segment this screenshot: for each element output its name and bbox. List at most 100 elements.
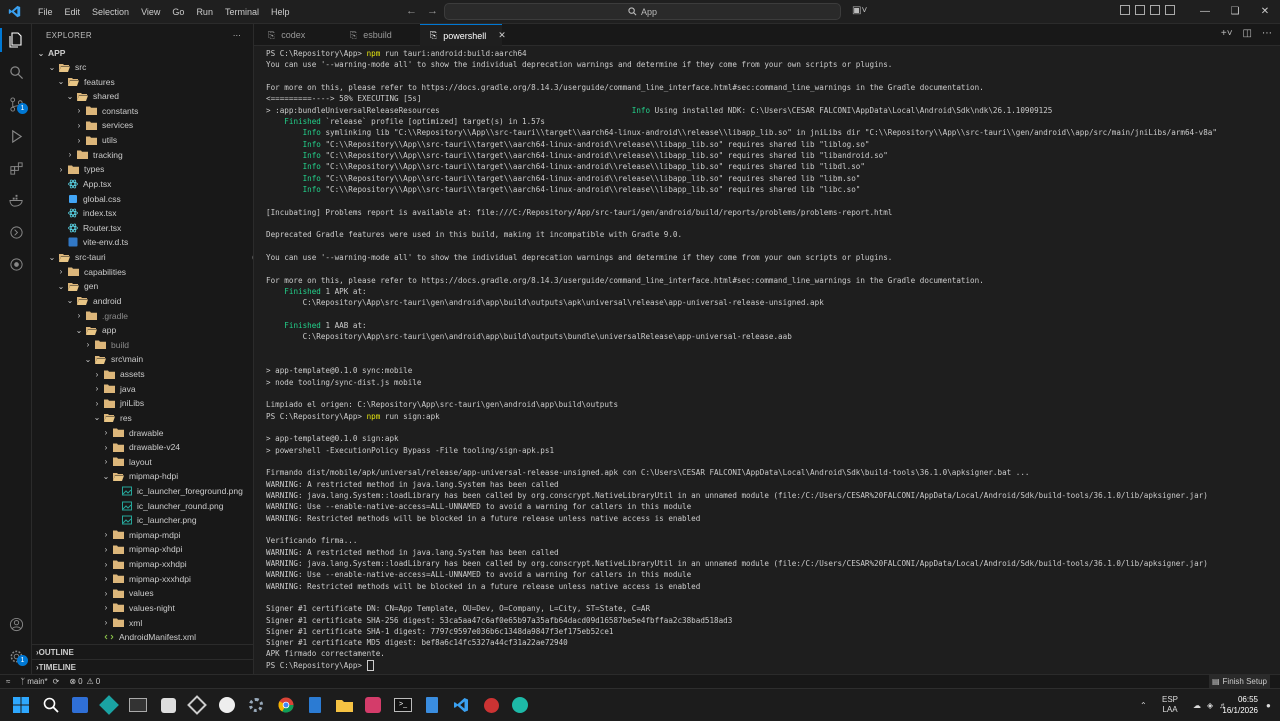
tree-folder[interactable]: ⌄ src\main: [32, 352, 253, 366]
timeline-section[interactable]: › TIMELINE: [32, 659, 253, 674]
tree-folder[interactable]: › jniLibs: [32, 396, 253, 410]
terminal-icon[interactable]: >_: [393, 695, 413, 715]
tree-folder[interactable]: ⌄ app: [32, 323, 253, 337]
menu-selection[interactable]: Selection: [86, 7, 135, 17]
menu-go[interactable]: Go: [166, 7, 190, 17]
menu-file[interactable]: File: [32, 7, 59, 17]
remote-indicator-icon[interactable]: ≈: [6, 677, 10, 686]
tree-folder[interactable]: ⌄ shared: [32, 89, 253, 103]
tree-folder[interactable]: › mipmap-xxhdpi: [32, 557, 253, 571]
tree-folder[interactable]: ⌄ src-tauri: [32, 250, 253, 264]
tree-file[interactable]: global.css: [32, 192, 253, 206]
branch-indicator[interactable]: ᛉ main* ⟳: [20, 677, 59, 686]
file-explorer-icon[interactable]: [334, 695, 354, 715]
tree-file[interactable]: ic_launcher_foreground.png: [32, 484, 253, 498]
menu-run[interactable]: Run: [190, 7, 219, 17]
tree-folder[interactable]: › drawable: [32, 426, 253, 440]
tree-file[interactable]: ic_launcher_round.png: [32, 499, 253, 513]
tree-folder[interactable]: › tracking: [32, 148, 253, 162]
remote-explorer-icon[interactable]: [6, 222, 26, 242]
tree-folder[interactable]: › layout: [32, 455, 253, 469]
tab-codex[interactable]: ⎘ codex: [258, 24, 340, 46]
tree-folder[interactable]: › mipmap-xxxhdpi: [32, 572, 253, 586]
calculator-icon[interactable]: [305, 695, 325, 715]
tab-powershell[interactable]: ⎘ powershell ✕: [420, 24, 506, 46]
menu-view[interactable]: View: [135, 7, 166, 17]
source-control-icon[interactable]: 1: [6, 94, 28, 114]
tree-folder[interactable]: › constants: [32, 104, 253, 118]
restore-icon[interactable]: ❑: [1220, 0, 1250, 24]
clock[interactable]: 06:55 16/1/2026: [1222, 694, 1258, 716]
tree-file[interactable]: AndroidManifest.xml: [32, 630, 253, 644]
tree-folder[interactable]: › mipmap-xhdpi: [32, 542, 253, 556]
github-icon[interactable]: [6, 254, 26, 274]
run-debug-icon[interactable]: [6, 126, 26, 146]
app-icon[interactable]: [217, 695, 237, 715]
tree-folder[interactable]: ⌄ mipmap-hdpi: [32, 469, 253, 483]
menu-help[interactable]: Help: [265, 7, 296, 17]
notification-bell-icon[interactable]: ●: [1266, 689, 1271, 721]
tree-folder[interactable]: › services: [32, 118, 253, 132]
search-icon[interactable]: [6, 62, 26, 82]
split-terminal-icon[interactable]: ◫: [1243, 28, 1252, 39]
language-indicator[interactable]: ESP LAA: [1162, 689, 1178, 721]
command-center-search[interactable]: App: [444, 3, 841, 20]
forward-arrow-icon[interactable]: →: [427, 5, 438, 17]
docker-icon[interactable]: [6, 190, 26, 210]
chrome-icon[interactable]: [276, 695, 296, 715]
minimize-icon[interactable]: —: [1190, 0, 1220, 24]
app-icon[interactable]: [70, 695, 90, 715]
new-terminal-icon[interactable]: +˅: [1221, 28, 1233, 39]
app-icon[interactable]: [158, 695, 178, 715]
tray-chevron-icon[interactable]: ⌃: [1140, 689, 1147, 721]
more-actions-icon[interactable]: ⋯: [233, 31, 241, 40]
account-icon[interactable]: [6, 614, 26, 634]
tree-folder[interactable]: › .gradle: [32, 309, 253, 323]
app-icon[interactable]: [187, 695, 207, 715]
back-arrow-icon[interactable]: ←: [406, 5, 417, 17]
tree-folder[interactable]: › build: [32, 338, 253, 352]
tree-folder[interactable]: › assets: [32, 367, 253, 381]
outline-section[interactable]: › OUTLINE: [32, 644, 253, 659]
tree-folder[interactable]: › java: [32, 382, 253, 396]
app-icon[interactable]: [363, 695, 383, 715]
search-icon[interactable]: [41, 695, 61, 715]
settings-gear-icon[interactable]: 1: [6, 646, 28, 666]
tree-folder[interactable]: › utils: [32, 133, 253, 147]
app-icon[interactable]: [128, 695, 148, 715]
tree-file[interactable]: ic_launcher.png: [32, 513, 253, 527]
customize-layout-icon[interactable]: [1165, 5, 1175, 15]
settings-gear-icon[interactable]: [246, 695, 266, 715]
tree-folder[interactable]: › xml: [32, 616, 253, 630]
explorer-icon[interactable]: [0, 28, 26, 52]
app-icon[interactable]: [510, 695, 530, 715]
extensions-icon[interactable]: [6, 158, 26, 178]
tree-folder[interactable]: ⌄ src: [32, 60, 253, 74]
app-icon[interactable]: [99, 695, 119, 715]
tree-folder[interactable]: › values-night: [32, 601, 253, 615]
finish-setup-button[interactable]: ▤ Finish Setup: [1208, 675, 1270, 688]
menu-terminal[interactable]: Terminal: [219, 7, 265, 17]
tree-file[interactable]: index.tsx: [32, 206, 253, 220]
problems-indicator[interactable]: ⊗ 0 ⚠ 0: [69, 677, 100, 686]
tab-esbuild[interactable]: ⎘ esbuild: [340, 24, 420, 46]
tree-file[interactable]: App.tsx: [32, 177, 253, 191]
tree-file[interactable]: Router.tsx: [32, 221, 253, 235]
tree-folder[interactable]: ⌄ android: [32, 294, 253, 308]
toggle-secondary-sidebar-icon[interactable]: [1150, 5, 1160, 15]
windows-start-icon[interactable]: [11, 695, 31, 715]
close-icon[interactable]: ✕: [1250, 0, 1280, 24]
tree-folder[interactable]: ⌄ features: [32, 75, 253, 89]
toggle-panel-icon[interactable]: [1135, 5, 1145, 15]
tree-folder[interactable]: ⌄ res: [32, 411, 253, 425]
terminal-panel[interactable]: PS C:\Repository\App> npm run tauri:andr…: [254, 46, 1280, 674]
toggle-sidebar-icon[interactable]: [1120, 5, 1130, 15]
tree-folder[interactable]: › types: [32, 162, 253, 176]
tree-folder[interactable]: › drawable-v24: [32, 440, 253, 454]
workspace-root[interactable]: ⌄ APP: [32, 46, 253, 60]
tree-folder[interactable]: › values: [32, 586, 253, 600]
copilot-chat-icon[interactable]: ▣˅: [852, 5, 867, 16]
tree-file[interactable]: vite-env.d.ts: [32, 235, 253, 249]
app-icon[interactable]: [481, 695, 501, 715]
vscode-taskbar-icon[interactable]: [451, 695, 471, 715]
